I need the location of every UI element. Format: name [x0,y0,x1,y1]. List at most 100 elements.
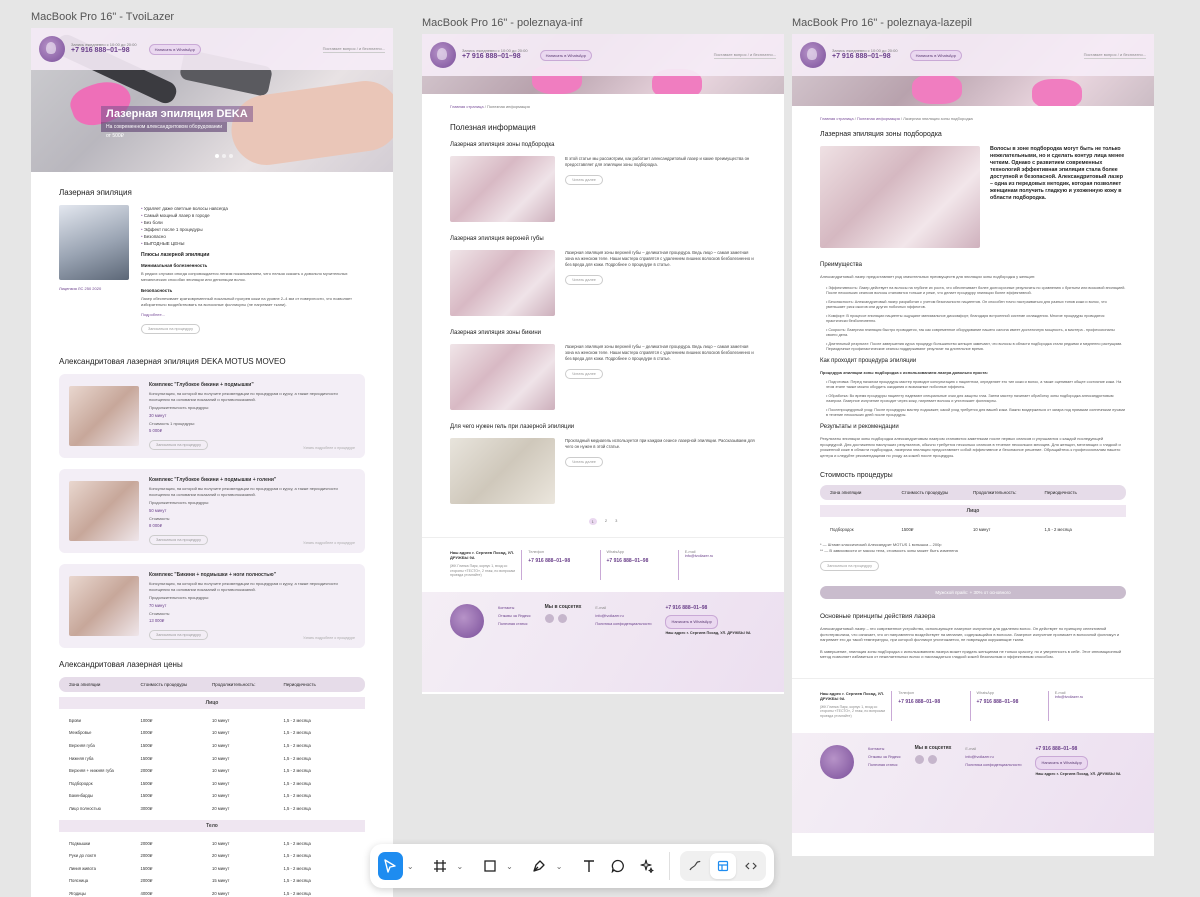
design-mode-icon[interactable] [710,853,737,879]
chevron-down-icon[interactable]: ⌄ [506,862,513,871]
pen-tool-icon[interactable] [527,852,552,880]
more-link[interactable]: Подробнее... [141,312,365,317]
select-tool-icon[interactable] [378,852,403,880]
complex-card[interactable]: Комплекс "Глубокое бикини + подмышки" Ко… [59,374,365,458]
book-button[interactable]: Записаться на процедуру [820,561,879,571]
article-card[interactable]: Лазерная эпиляция зоны подбородка В этой… [422,142,784,222]
page-3[interactable]: 3 [615,518,617,525]
comment-tool-icon[interactable] [605,852,630,880]
header-search[interactable]: Поставьте вопрос / и бесплатно... [713,52,776,59]
page-1[interactable]: 1 [588,518,597,525]
chevron-down-icon[interactable]: ⌄ [407,862,414,871]
page-2[interactable]: 2 [605,518,607,525]
read-more-button[interactable]: Читать далее [565,457,603,467]
how-item: Обработка: Во время процедуры пациенту н… [826,394,1126,404]
book-button[interactable]: Записаться на процедуру [149,630,208,640]
complex-card[interactable]: Комплекс "Бикини + подмышки + ноги полно… [59,564,365,648]
details-link[interactable]: Узнать подробнее о процедуре [303,541,355,545]
dev-mode-icon[interactable] [738,853,764,879]
email-link[interactable]: info@tvoilazer.ru [685,554,750,558]
read-more-button[interactable]: Читать далее [565,369,603,379]
frame-poleznaya-lazepil[interactable]: Запись ежедневно с 10:00 до 20:00 +7 916… [792,34,1154,856]
logo-icon[interactable] [800,42,826,68]
draw-mode-icon[interactable] [682,853,708,879]
whatsapp-button[interactable]: Написать в WhatsApp [148,43,201,55]
whatsapp-link[interactable]: +7 916 888–01–98 [977,699,1042,705]
footer-logo-icon[interactable] [820,744,854,779]
hero-slider-dots[interactable] [215,154,233,158]
article-title[interactable]: Для чего нужен гель при лазерной эпиляци… [450,424,756,430]
header-phone[interactable]: +7 916 888–01–98 [832,53,898,61]
footer-link-article[interactable]: Полезная статья [868,761,901,769]
frame-tvoilazer[interactable]: Лазерная эпиляция DEKA На современном ал… [31,28,393,897]
breadcrumb-info[interactable]: Полезная информация [857,116,900,121]
read-more-button[interactable]: Читать далее [565,175,603,185]
footer-email[interactable]: info@tvoilazer.ru [595,612,651,620]
text-tool-icon[interactable] [576,852,601,880]
article-image[interactable] [450,156,555,222]
frame-label-poleznaya-inf[interactable]: MacBook Pro 16" - poleznaya-inf [422,17,582,29]
frame-label-poleznaya-lazepil[interactable]: MacBook Pro 16" - poleznaya-lazepil [792,17,972,29]
header-search[interactable]: Поставьте вопрос / и бесплатно... [322,46,385,53]
phone-link[interactable]: +7 916 888–01–98 [898,699,963,705]
frame-poleznaya-inf[interactable]: Запись ежедневно с 10:00 до 20:00 +7 916… [422,34,784,694]
article-card[interactable]: Для чего нужен гель при лазерной эпиляци… [422,424,784,504]
article-image[interactable] [450,344,555,410]
frame-tool-icon[interactable] [428,852,453,880]
footer-whatsapp-button[interactable]: Написать в WhatsApp [665,615,718,629]
footer-phone[interactable]: +7 916 888–01–98 [665,604,750,612]
breadcrumb-home[interactable]: Главная страница [450,104,484,109]
complex-title: Александритовая лазерная эпиляция DEKA M… [59,357,286,366]
article-image[interactable] [450,438,555,504]
header-phone[interactable]: +7 916 888–01–98 [462,53,528,61]
plus-2-text: Лазер обеспечивает кратковременный локал… [141,296,352,307]
privacy-policy-link[interactable]: Политика конфиденциальности [595,620,651,628]
breadcrumb-home[interactable]: Главная страница [820,116,854,121]
book-button[interactable]: Записаться на процедуру [149,535,208,545]
how-item: Послепроцедурный уход: После процедуры м… [826,408,1126,418]
frame-label-tvoilazer[interactable]: MacBook Pro 16" - TvoiLazer [31,11,174,23]
vk-icon[interactable] [544,614,554,623]
chevron-down-icon[interactable]: ⌄ [556,862,563,871]
shape-tool-icon[interactable] [477,852,502,880]
footer-link-contacts[interactable]: Контакты [498,604,531,612]
vk-icon[interactable] [914,754,924,764]
whatsapp-button[interactable]: Написать в WhatsApp [539,49,592,61]
footer-link-article[interactable]: Полезная статья [498,620,531,628]
logo-icon[interactable] [430,42,456,68]
email-link[interactable]: info@tvoilazer.ru [1055,695,1120,699]
pagination[interactable]: 1 2 3 [422,518,784,525]
mode-switcher[interactable] [680,851,767,881]
footer-link-reviews[interactable]: Отзывы за Яндекс [498,612,531,620]
footer-logo-icon[interactable] [450,604,484,638]
article-title[interactable]: Лазерная эпиляция зоны подбородка [450,142,756,148]
footer-phone[interactable]: +7 916 888–01–98 [1035,745,1120,753]
article-image[interactable] [450,250,555,316]
footer-link-reviews[interactable]: Отзывы за Яндекс [868,753,901,761]
whatsapp-button[interactable]: Написать в WhatsApp [909,49,962,61]
article-title[interactable]: Лазерная эпиляция верхней губы [450,236,756,242]
footer-whatsapp-button[interactable]: Написать в WhatsApp [1035,755,1088,770]
chevron-down-icon[interactable]: ⌄ [457,862,464,871]
details-link[interactable]: Узнать подробнее о процедуре [303,446,355,450]
footer-link-contacts[interactable]: Контакты [868,745,901,753]
book-button[interactable]: Записаться на процедуру [141,324,200,334]
read-more-button[interactable]: Читать далее [565,275,603,285]
logo-icon[interactable] [39,36,65,62]
license-link[interactable]: Лицензия ЛС 250 2020 [59,286,129,291]
whatsapp-link[interactable]: +7 916 888–01–98 [607,558,672,564]
article-card[interactable]: Лазерная эпиляция зоны бикини Лазерная э… [422,330,784,410]
article-title[interactable]: Лазерная эпиляция зоны бикини [450,330,756,336]
telegram-icon[interactable] [927,754,937,764]
header-search[interactable]: Поставьте вопрос / и бесплатно... [1083,52,1146,59]
actions-tool-icon[interactable] [634,852,659,880]
header-phone[interactable]: +7 916 888–01–98 [71,47,137,55]
phone-link[interactable]: +7 916 888–01–98 [528,558,593,564]
complex-card[interactable]: Комплекс "Глубокое бикини + подмышки + г… [59,469,365,553]
details-link[interactable]: Узнать подробнее о процедуре [303,636,355,640]
article-card[interactable]: Лазерная эпиляция верхней губы Лазерная … [422,236,784,316]
telegram-icon[interactable] [557,614,567,623]
footer-email[interactable]: info@tvoilazer.ru [965,753,1021,761]
privacy-policy-link[interactable]: Политика конфиденциальности [965,761,1021,769]
book-button[interactable]: Записаться на процедуру [149,440,208,450]
